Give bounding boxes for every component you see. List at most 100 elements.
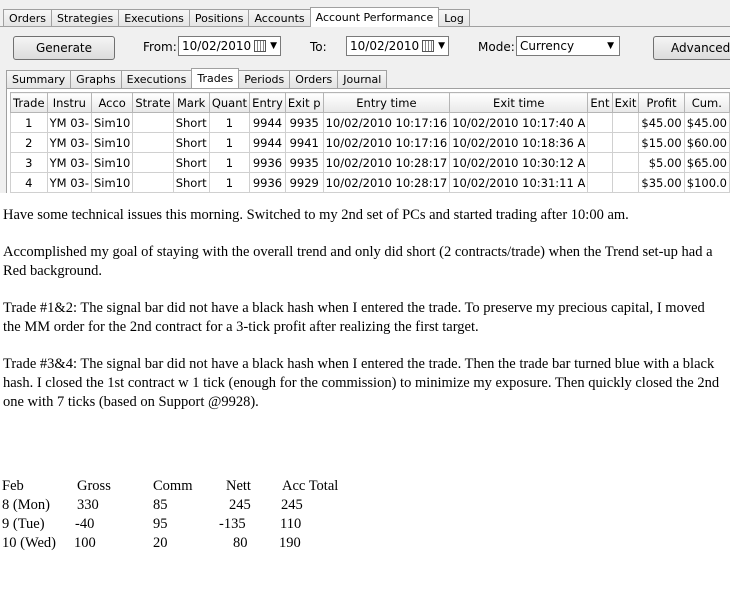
- table-cell: $45.00: [638, 112, 685, 133]
- table-row[interactable]: 3 YM 03- Sim10 Short 1 9936 9935 10/02/2…: [10, 152, 730, 173]
- column-header[interactable]: Ent: [587, 92, 613, 113]
- table-cell: 1: [208, 112, 251, 133]
- table-cell: 1: [10, 112, 48, 133]
- summary-header: Nett: [226, 478, 251, 494]
- tab-graphs[interactable]: Graphs: [70, 70, 122, 88]
- tab-summary[interactable]: Summary: [6, 70, 72, 88]
- advanced-button[interactable]: Advanced >: [653, 36, 730, 60]
- column-header[interactable]: Entry time: [322, 92, 451, 113]
- table-cell: 9941: [284, 132, 324, 153]
- table-cell: 3: [10, 152, 48, 173]
- summary-cell: 100: [74, 535, 96, 551]
- calendar-icon[interactable]: [422, 40, 434, 52]
- table-cell: YM 03-: [46, 112, 92, 133]
- table-cell: [132, 132, 174, 153]
- mode-value: Currency: [520, 39, 575, 53]
- table-row[interactable]: 1 YM 03- Sim10 Short 1 9944 9935 10/02/2…: [10, 112, 730, 133]
- tab-log[interactable]: Log: [438, 9, 470, 27]
- table-cell: $45.00: [683, 112, 730, 133]
- table-cell: [587, 112, 613, 133]
- tab-sub-orders[interactable]: Orders: [289, 70, 339, 88]
- table-row[interactable]: 2 YM 03- Sim10 Short 1 9944 9941 10/02/2…: [10, 132, 730, 153]
- summary-header: Acc Total: [282, 478, 339, 494]
- table-cell: 1: [208, 132, 251, 153]
- account-performance-window: Orders Strategies Executions Positions A…: [0, 0, 730, 193]
- table-cell: $65.00: [683, 152, 730, 173]
- summary-cell: 330: [77, 497, 99, 513]
- table-cell: [132, 112, 174, 133]
- from-date-field[interactable]: 10/02/2010 ▼: [178, 36, 281, 56]
- chevron-down-icon[interactable]: ▼: [270, 41, 277, 51]
- table-cell: [132, 152, 174, 173]
- tab-periods[interactable]: Periods: [238, 70, 291, 88]
- table-cell: 9936: [249, 172, 286, 193]
- table-cell: 10/02/2010 10:28:17: [322, 172, 451, 193]
- table-row[interactable]: 4 YM 03- Sim10 Short 1 9936 9929 10/02/2…: [10, 172, 730, 193]
- table-cell: 9929: [284, 172, 324, 193]
- chevron-down-icon[interactable]: ▼: [438, 41, 445, 51]
- tab-accounts[interactable]: Accounts: [248, 9, 311, 27]
- column-header[interactable]: Exit p: [284, 92, 324, 113]
- table-cell: 10/02/2010 10:17:40 A: [449, 112, 589, 133]
- column-header[interactable]: Exit: [611, 92, 640, 113]
- table-cell: 1: [208, 152, 251, 173]
- table-cell: 2: [10, 132, 48, 153]
- column-header[interactable]: Entry: [249, 92, 286, 113]
- table-cell: 1: [208, 172, 251, 193]
- tab-orders[interactable]: Orders: [3, 9, 52, 27]
- mode-select[interactable]: Currency ▼: [516, 36, 620, 56]
- table-cell: $60.00: [683, 132, 730, 153]
- tab-account-performance[interactable]: Account Performance: [309, 7, 440, 27]
- summary-header: Comm: [153, 478, 193, 494]
- table-cell: 10/02/2010 10:30:12 A: [449, 152, 589, 173]
- column-header[interactable]: Instru: [46, 92, 92, 113]
- column-header[interactable]: Mark: [172, 92, 210, 113]
- table-cell: [611, 172, 640, 193]
- table-cell: 9944: [249, 112, 286, 133]
- table-cell: 10/02/2010 10:17:16: [322, 132, 451, 153]
- to-date-value: 10/02/2010: [350, 39, 420, 53]
- table-cell: Sim10: [90, 152, 134, 173]
- column-header[interactable]: Trade: [10, 92, 48, 113]
- table-cell: Short: [172, 132, 210, 153]
- summary-cell: 190: [279, 535, 301, 551]
- column-header[interactable]: Profit: [638, 92, 685, 113]
- summary-cell: 85: [153, 497, 168, 513]
- table-cell: 9936: [249, 152, 286, 173]
- to-date-field[interactable]: 10/02/2010 ▼: [346, 36, 449, 56]
- table-cell: [611, 112, 640, 133]
- tab-sub-executions[interactable]: Executions: [120, 70, 193, 88]
- table-cell: [587, 152, 613, 173]
- table-cell: 10/02/2010 10:17:16: [322, 112, 451, 133]
- table-cell: $5.00: [638, 152, 685, 173]
- summary-cell: 8 (Mon): [2, 497, 50, 513]
- table-cell: 10/02/2010 10:18:36 A: [449, 132, 589, 153]
- column-header[interactable]: Quant: [208, 92, 251, 113]
- tab-positions[interactable]: Positions: [188, 9, 250, 27]
- table-cell: 9944: [249, 132, 286, 153]
- tab-trades[interactable]: Trades: [191, 68, 240, 88]
- sub-tab-bar: Summary Graphs Executions Trades Periods…: [6, 68, 388, 88]
- table-cell: YM 03-: [46, 172, 92, 193]
- tab-strategies[interactable]: Strategies: [51, 9, 120, 27]
- column-header[interactable]: Exit time: [449, 92, 589, 113]
- table-cell: [587, 172, 613, 193]
- tab-executions[interactable]: Executions: [118, 9, 190, 27]
- table-cell: [611, 152, 640, 173]
- table-cell: [132, 172, 174, 193]
- note-paragraph: Trade #1&2: The signal bar did not have …: [3, 300, 705, 335]
- tab-journal[interactable]: Journal: [337, 70, 388, 88]
- column-header[interactable]: Acco: [90, 92, 134, 113]
- summary-header: Gross: [77, 478, 111, 494]
- table-cell: [587, 132, 613, 153]
- table-cell: Short: [172, 112, 210, 133]
- summary-cell: 9 (Tue): [2, 516, 45, 532]
- summary-cell: 80: [233, 535, 248, 551]
- generate-button[interactable]: Generate: [13, 36, 115, 60]
- summary-cell: 95: [153, 516, 168, 532]
- summary-cell: -40: [75, 516, 95, 532]
- column-header[interactable]: Cum.: [683, 92, 730, 113]
- column-header[interactable]: Strate: [132, 92, 174, 113]
- table-cell: [611, 132, 640, 153]
- calendar-icon[interactable]: [254, 40, 266, 52]
